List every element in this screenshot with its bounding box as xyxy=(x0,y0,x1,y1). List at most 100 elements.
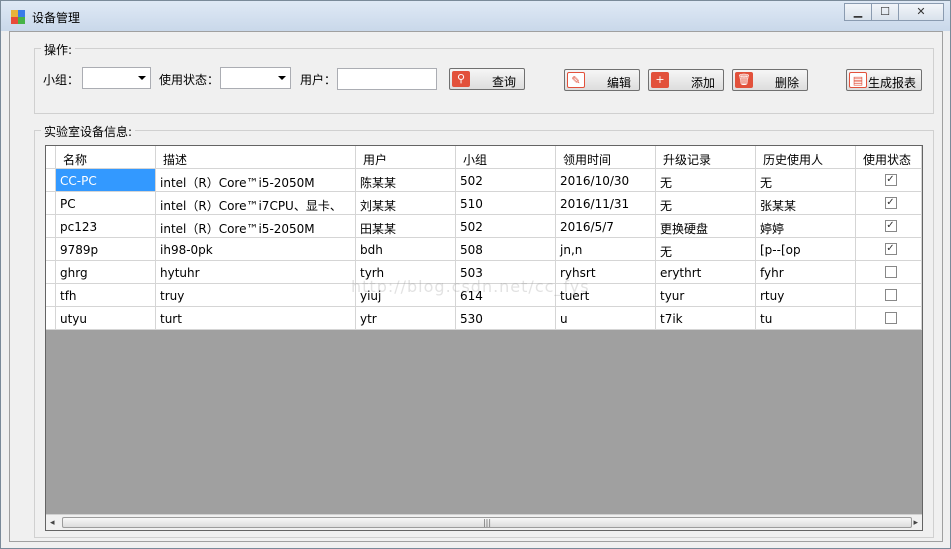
table-cell[interactable]: 更换硬盘 xyxy=(656,215,756,238)
col-header-status[interactable]: 使用状态 xyxy=(856,146,922,169)
unchecked-checkbox-icon[interactable] xyxy=(884,312,897,324)
table-cell[interactable]: pc123 xyxy=(56,215,156,238)
table-cell[interactable]: 无 xyxy=(656,192,756,215)
table-cell[interactable]: PC xyxy=(56,192,156,215)
table-cell[interactable]: utyu xyxy=(56,307,156,330)
row-header[interactable] xyxy=(46,307,56,330)
table-cell[interactable]: rtuy xyxy=(756,284,856,307)
edit-icon: ✎ xyxy=(567,72,585,88)
table-row[interactable]: utyu turt ytr 530 u t7ik tu xyxy=(46,307,922,330)
table-cell[interactable]: 婷婷 xyxy=(756,215,856,238)
query-button-label: 查询 xyxy=(491,75,516,89)
table-cell[interactable]: hytuhr xyxy=(156,261,356,284)
row-header[interactable] xyxy=(46,215,56,238)
unchecked-checkbox-icon[interactable] xyxy=(884,289,897,301)
status-checkbox-cell[interactable]: ✓ xyxy=(856,238,922,261)
table-cell[interactable]: 508 xyxy=(456,238,556,261)
close-button[interactable]: ✕ xyxy=(898,3,944,21)
table-cell[interactable]: erythrt xyxy=(656,261,756,284)
report-button[interactable]: ▤ 生成报表 xyxy=(846,69,922,91)
maximize-button[interactable]: ☐ xyxy=(871,3,899,21)
row-header[interactable] xyxy=(46,238,56,261)
col-header-user[interactable]: 用户 xyxy=(356,146,456,169)
table-cell[interactable]: turt xyxy=(156,307,356,330)
device-grid[interactable]: 名称 描述 用户 小组 领用时间 升级记录 历史使用人 使用状态 CC-PC in… xyxy=(45,145,923,531)
table-cell[interactable]: tyur xyxy=(656,284,756,307)
minimize-button[interactable]: ▁ xyxy=(844,3,872,21)
scroll-thumb[interactable]: ||| xyxy=(62,517,912,528)
table-cell[interactable]: 2016/11/31 xyxy=(556,192,656,215)
table-row[interactable]: CC-PC intel（R）Core™i5-2050M 陈某某 502 2016/10/… xyxy=(46,169,922,192)
table-cell[interactable]: intel（R）Core™i5-2050M xyxy=(156,169,356,192)
table-cell[interactable]: fyhr xyxy=(756,261,856,284)
edit-button[interactable]: ✎ 编辑 xyxy=(564,69,640,91)
add-button[interactable]: + 添加 xyxy=(648,69,724,91)
checked-checkbox-icon[interactable]: ✓ xyxy=(884,174,897,186)
col-header-history[interactable]: 历史使用人 xyxy=(756,146,856,169)
row-header[interactable] xyxy=(46,261,56,284)
col-header-upgrade[interactable]: 升级记录 xyxy=(656,146,756,169)
table-cell[interactable]: 无 xyxy=(656,238,756,261)
table-cell[interactable]: u xyxy=(556,307,656,330)
group-combo[interactable] xyxy=(82,67,151,89)
horizontal-scrollbar[interactable]: ◂ ||| ▸ xyxy=(46,514,922,530)
col-header-desc[interactable]: 描述 xyxy=(156,146,356,169)
table-cell[interactable]: 田某某 xyxy=(356,215,456,238)
unchecked-checkbox-icon[interactable] xyxy=(884,266,897,278)
table-cell[interactable]: CC-PC xyxy=(56,169,156,192)
col-header-group[interactable]: 小组 xyxy=(456,146,556,169)
table-cell[interactable]: ih98-0pk xyxy=(156,238,356,261)
col-header-name[interactable]: 名称 xyxy=(56,146,156,169)
group-label: 小组： xyxy=(43,73,80,87)
row-header[interactable] xyxy=(46,192,56,215)
checked-checkbox-icon[interactable]: ✓ xyxy=(884,197,897,209)
info-legend: 实验室设备信息: xyxy=(41,123,136,140)
delete-button-label: 删除 xyxy=(774,76,799,90)
checked-checkbox-icon[interactable]: ✓ xyxy=(884,243,897,255)
table-cell[interactable]: tu xyxy=(756,307,856,330)
table-cell[interactable]: intel（R）Core™i7CPU、显卡、 xyxy=(156,192,356,215)
title-bar[interactable]: 设备管理 ▁ ☐ ✕ xyxy=(1,1,950,31)
table-cell[interactable]: t7ik xyxy=(656,307,756,330)
delete-button[interactable]: 🗑 删除 xyxy=(732,69,808,91)
table-cell[interactable]: tfh xyxy=(56,284,156,307)
table-cell[interactable]: ytr xyxy=(356,307,456,330)
table-cell[interactable]: intel（R）Core™i5-2050M xyxy=(156,215,356,238)
status-checkbox-cell[interactable] xyxy=(856,261,922,284)
status-checkbox-cell[interactable] xyxy=(856,307,922,330)
status-checkbox-cell[interactable]: ✓ xyxy=(856,169,922,192)
table-cell[interactable]: truy xyxy=(156,284,356,307)
status-checkbox-cell[interactable]: ✓ xyxy=(856,215,922,238)
row-header[interactable] xyxy=(46,284,56,307)
user-input[interactable] xyxy=(337,68,437,90)
table-cell[interactable]: 502 xyxy=(456,169,556,192)
table-cell[interactable]: 陈某某 xyxy=(356,169,456,192)
table-row[interactable]: pc123 intel（R）Core™i5-2050M 田某某 502 2016/5/7… xyxy=(46,215,922,238)
table-cell[interactable]: 530 xyxy=(456,307,556,330)
table-cell[interactable]: 510 xyxy=(456,192,556,215)
table-cell[interactable]: 无 xyxy=(656,169,756,192)
table-cell[interactable]: jn,n xyxy=(556,238,656,261)
table-cell[interactable]: 刘某某 xyxy=(356,192,456,215)
table-cell[interactable]: ghrg xyxy=(56,261,156,284)
query-button[interactable]: ⚲ 查询 xyxy=(449,68,525,90)
col-header-time[interactable]: 领用时间 xyxy=(556,146,656,169)
table-cell[interactable]: 2016/10/30 xyxy=(556,169,656,192)
scroll-left-icon[interactable]: ◂ xyxy=(50,518,55,528)
row-header[interactable] xyxy=(46,169,56,192)
checked-checkbox-icon[interactable]: ✓ xyxy=(884,220,897,232)
table-row[interactable]: 9789p ih98-0pk bdh 508 jn,n 无 [p--[op ✓ xyxy=(46,238,922,261)
scroll-right-icon[interactable]: ▸ xyxy=(913,518,918,528)
table-cell[interactable]: [p--[op xyxy=(756,238,856,261)
table-cell[interactable]: 502 xyxy=(456,215,556,238)
status-checkbox-cell[interactable] xyxy=(856,284,922,307)
table-cell[interactable]: 无 xyxy=(756,169,856,192)
table-cell[interactable]: 9789p xyxy=(56,238,156,261)
ops-legend: 操作: xyxy=(41,41,76,58)
table-cell[interactable]: 2016/5/7 xyxy=(556,215,656,238)
table-cell[interactable]: 张某某 xyxy=(756,192,856,215)
status-checkbox-cell[interactable]: ✓ xyxy=(856,192,922,215)
status-combo[interactable] xyxy=(220,67,291,89)
table-row[interactable]: PC intel（R）Core™i7CPU、显卡、 刘某某 510 2016/11/31… xyxy=(46,192,922,215)
table-cell[interactable]: bdh xyxy=(356,238,456,261)
